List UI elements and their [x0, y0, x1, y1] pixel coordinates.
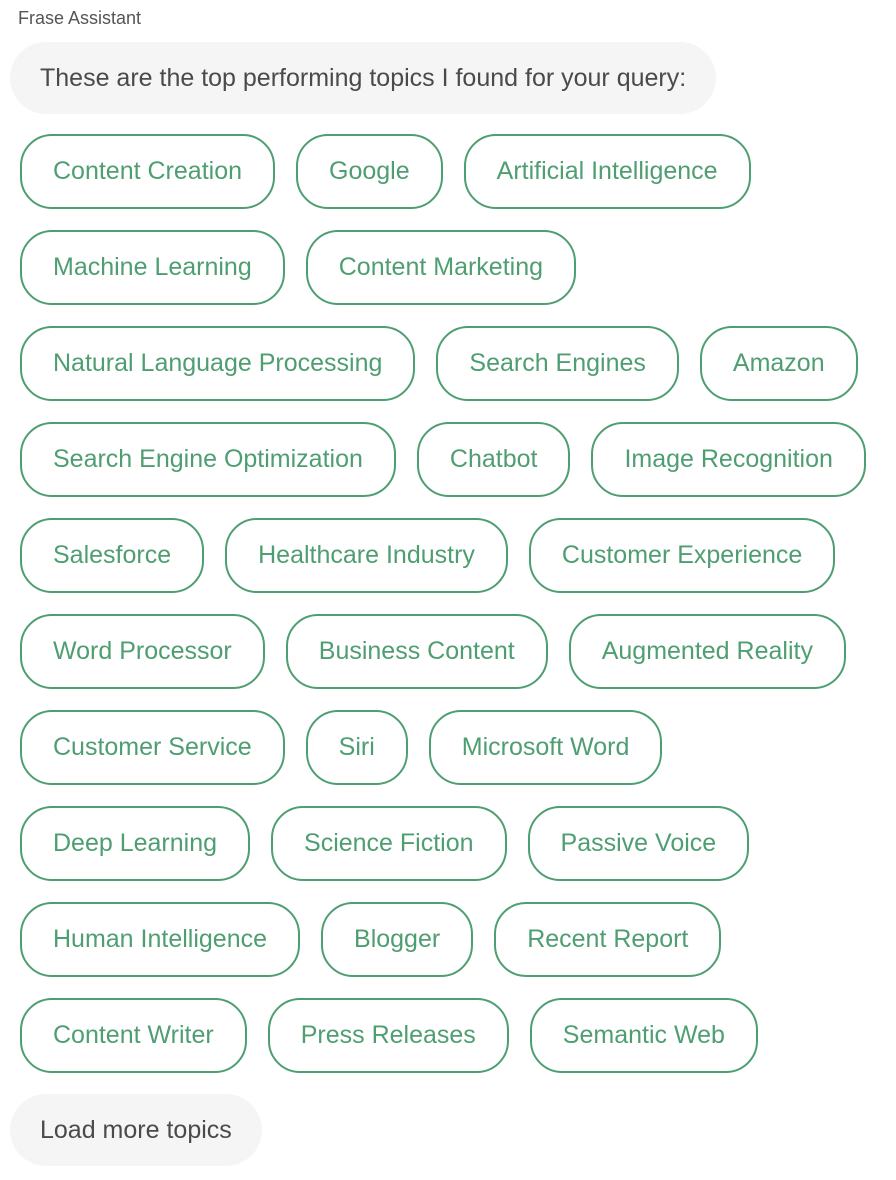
topic-chip[interactable]: Search Engine Optimization [20, 422, 396, 497]
topic-chip[interactable]: Content Marketing [305, 230, 577, 305]
topic-chip[interactable]: Deep Learning [20, 806, 251, 881]
load-more-topics-button[interactable]: Load more topics [10, 1094, 262, 1166]
topic-chip[interactable]: Siri [305, 710, 408, 785]
topic-chip[interactable]: Semantic Web [529, 998, 758, 1073]
topic-chip[interactable]: Business Content [285, 614, 548, 689]
topic-chip[interactable]: Press Releases [267, 998, 509, 1073]
topic-chip[interactable]: Salesforce [20, 518, 205, 593]
topic-chip[interactable]: Customer Service [20, 710, 285, 785]
topic-chip[interactable]: Recent Report [494, 902, 722, 977]
topic-chip[interactable]: Word Processor [20, 614, 265, 689]
assistant-message: These are the top performing topics I fo… [10, 42, 717, 114]
topic-chip[interactable]: Google [296, 134, 443, 209]
topic-chip[interactable]: Amazon [699, 326, 858, 401]
topic-chip[interactable]: Image Recognition [591, 422, 866, 497]
topic-chip[interactable]: Content Writer [20, 998, 247, 1073]
topic-chip-list: Content Creation Google Artificial Intelli… [20, 134, 890, 1073]
topic-chip[interactable]: Passive Voice [527, 806, 750, 881]
topic-chip[interactable]: Blogger [321, 902, 474, 977]
topic-chip[interactable]: Content Creation [20, 134, 276, 209]
topic-chip[interactable]: Science Fiction [271, 806, 507, 881]
topic-chip[interactable]: Customer Experience [528, 518, 836, 593]
topic-chip[interactable]: Human Intelligence [20, 902, 301, 977]
topic-chip[interactable]: Microsoft Word [428, 710, 663, 785]
topic-chip[interactable]: Healthcare Industry [225, 518, 508, 593]
topic-chip[interactable]: Augmented Reality [568, 614, 846, 689]
topic-chip[interactable]: Artificial Intelligence [463, 134, 751, 209]
topic-chip[interactable]: Natural Language Processing [20, 326, 416, 401]
sender-name: Frase Assistant [18, 8, 142, 28]
topic-chip[interactable]: Machine Learning [20, 230, 285, 305]
topic-chip[interactable]: Search Engines [436, 326, 679, 401]
topic-chip[interactable]: Chatbot [416, 422, 571, 497]
